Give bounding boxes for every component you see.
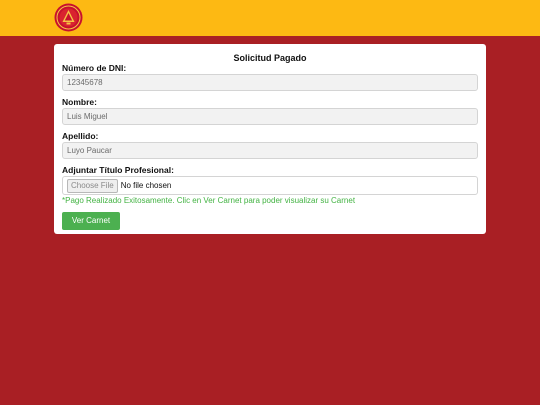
form-title: Solicitud Pagado (233, 53, 307, 63)
top-bar (0, 0, 540, 36)
adjuntar-label: Adjuntar Título Profesional: (62, 165, 174, 175)
apellido-field[interactable]: Luyo Paucar (62, 142, 478, 159)
dni-field[interactable]: 12345678 (62, 74, 478, 91)
apellido-label: Apellido: (62, 131, 99, 141)
nombre-field[interactable]: Luis Miguel (62, 108, 478, 125)
nombre-label: Nombre: (62, 97, 97, 107)
file-status-text: No file chosen (120, 181, 172, 190)
payment-form-card: Solicitud Pagado Número de DNI: 12345678… (54, 44, 486, 234)
choose-file-button[interactable]: Choose File (67, 178, 118, 193)
dni-label: Número de DNI: (62, 63, 127, 73)
success-message: *Pago Realizado Exitosamente. Clic en Ve… (62, 196, 356, 205)
file-input[interactable]: Choose File No file chosen (62, 176, 478, 195)
ver-carnet-button[interactable]: Ver Carnet (62, 212, 120, 230)
institution-seal-icon (54, 3, 83, 32)
